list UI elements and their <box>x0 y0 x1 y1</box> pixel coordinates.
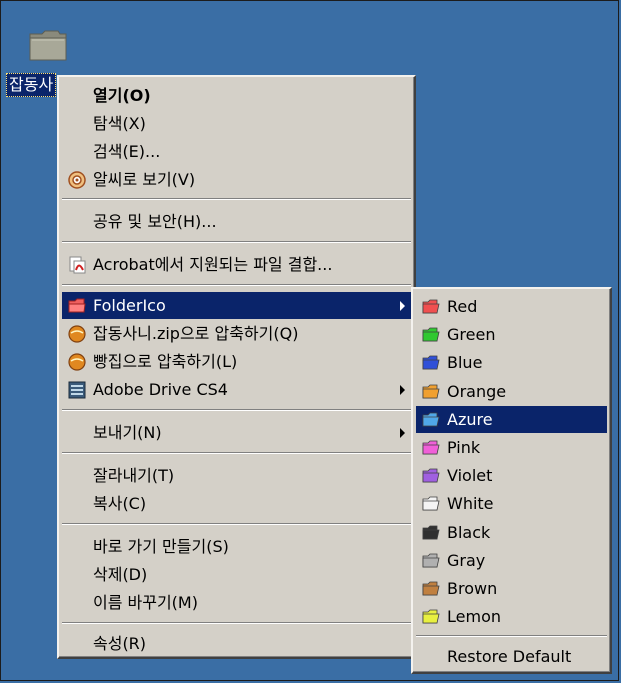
menu-item-label: 삭제(D) <box>93 565 148 584</box>
menu-separator <box>416 635 607 637</box>
bandizip-icon <box>68 353 86 371</box>
menu-item-properties[interactable]: 속성(R) <box>62 630 411 657</box>
submenu-item-red[interactable]: Red <box>416 293 607 320</box>
menu-item-acrobat-combine[interactable]: Acrobat에서 지원되는 파일 결합... <box>62 251 411 278</box>
menu-item-zip-compress[interactable]: 잡동사니.zip으로 압축하기(Q) <box>62 320 411 347</box>
menu-item-open[interactable]: 열기(O) <box>62 82 411 109</box>
folder-color-icon <box>422 440 440 455</box>
submenu-item-label: Green <box>447 325 496 345</box>
submenu-arrow-icon <box>400 385 405 395</box>
menu-item-label: 잡동사니.zip으로 압축하기(Q) <box>93 324 299 343</box>
menu-item-label: Acrobat에서 지원되는 파일 결합... <box>93 255 333 274</box>
submenu-item-label: White <box>447 494 494 514</box>
submenu-item-label: Azure <box>447 409 493 429</box>
menu-item-rename[interactable]: 이름 바꾸기(M) <box>62 589 411 616</box>
folder-color-icon <box>422 496 440 511</box>
menu-item-sharing-security[interactable]: 공유 및 보안(H)... <box>62 208 411 235</box>
foldericon-icon <box>68 298 86 313</box>
menu-item-delete[interactable]: 삭제(D) <box>62 561 411 588</box>
menu-item-label: 검색(E)... <box>93 142 161 161</box>
menu-separator <box>62 409 411 411</box>
menu-item-label: 복사(C) <box>93 494 147 513</box>
folder-color-icon <box>422 581 440 596</box>
desktop-folder-label[interactable]: 잡동사 <box>6 73 57 97</box>
submenu-item-azure[interactable]: Azure <box>416 405 607 433</box>
menu-item-restore-default[interactable]: Restore Default <box>416 643 607 670</box>
bandizip-icon <box>68 325 86 343</box>
menu-item-label: Adobe Drive CS4 <box>93 380 228 399</box>
menu-item-label: 바로 가기 만들기(S) <box>93 537 229 556</box>
submenu-item-green[interactable]: Green <box>416 321 607 348</box>
menu-item-send-to[interactable]: 보내기(N) <box>62 419 411 446</box>
menu-item-label: 열기(O) <box>93 86 151 105</box>
submenu-arrow-icon <box>400 301 405 311</box>
submenu-item-black[interactable]: Black <box>416 519 607 546</box>
menu-item-copy[interactable]: 복사(C) <box>62 490 411 517</box>
menu-item-label: 공유 및 보안(H)... <box>93 212 217 231</box>
folder-color-icon <box>422 553 440 568</box>
submenu-item-pink[interactable]: Pink <box>416 434 607 461</box>
menu-item-label: 알씨로 보기(V) <box>93 170 196 189</box>
menu-item-label: 탐색(X) <box>93 114 146 133</box>
menu-item-label: 이름 바꾸기(M) <box>93 593 198 612</box>
folder-color-icon <box>422 327 440 342</box>
context-menu: 열기(O) 탐색(X) 검색(E)... 알씨로 보기(V) 공유 및 보안(H… <box>57 75 416 659</box>
menu-item-bandizip-compress[interactable]: 빵집으로 압축하기(L) <box>62 348 411 375</box>
menu-item-cut[interactable]: 잘라내기(T) <box>62 462 411 489</box>
submenu-item-blue[interactable]: Blue <box>416 349 607 376</box>
menu-item-label: 속성(R) <box>93 634 147 653</box>
submenu-item-label: Orange <box>447 381 507 401</box>
submenu-item-label: Blue <box>447 353 483 373</box>
submenu-item-label: Violet <box>447 466 493 486</box>
folder-color-icon <box>422 355 440 370</box>
submenu-arrow-icon <box>400 428 405 438</box>
submenu-item-label: Gray <box>447 550 486 570</box>
submenu-item-label: Black <box>447 522 491 542</box>
menu-item-label: 보내기(N) <box>93 423 162 442</box>
folder-color-icon <box>422 412 440 427</box>
folder-color-icon <box>422 609 440 624</box>
adobe-drive-icon <box>68 381 86 399</box>
submenu-item-label: Brown <box>447 579 498 598</box>
submenu-item-orange[interactable]: Orange <box>416 378 607 405</box>
submenu-item-label: Lemon <box>447 607 501 627</box>
menu-item-label: 잘라내기(T) <box>93 466 175 485</box>
menu-separator <box>62 284 411 286</box>
menu-item-foldericon[interactable]: FolderIco <box>62 292 411 319</box>
menu-separator <box>62 622 411 624</box>
submenu-item-label: Pink <box>447 438 481 457</box>
menu-item-search[interactable]: 검색(E)... <box>62 138 411 165</box>
menu-separator <box>62 523 411 525</box>
submenu-item-gray[interactable]: Gray <box>416 547 607 574</box>
menu-item-create-shortcut[interactable]: 바로 가기 만들기(S) <box>62 533 411 560</box>
menu-item-label: Restore Default <box>447 647 572 666</box>
submenu-item-brown[interactable]: Brown <box>416 575 607 602</box>
folder-color-icon <box>422 299 440 314</box>
folder-icon <box>29 30 67 61</box>
folder-color-icon <box>422 525 440 539</box>
menu-separator <box>62 198 411 200</box>
folder-color-icon <box>422 468 440 483</box>
menu-item-label: 빵집으로 압축하기(L) <box>93 352 238 371</box>
menu-separator <box>62 452 411 454</box>
menu-item-alsee-view[interactable]: 알씨로 보기(V) <box>62 166 411 193</box>
menu-item-adobe-drive[interactable]: Adobe Drive CS4 <box>62 376 411 403</box>
folder-color-submenu: Red Green Blue Orange Azure Pink Violet White Bl… <box>411 287 612 674</box>
alsee-icon <box>68 171 86 189</box>
submenu-item-lemon[interactable]: Lemon <box>416 603 607 630</box>
menu-separator <box>62 241 411 243</box>
submenu-item-label: Red <box>447 297 478 316</box>
menu-item-label: FolderIco <box>93 296 166 315</box>
acrobat-icon <box>69 256 86 274</box>
menu-item-explore[interactable]: 탐색(X) <box>62 110 411 137</box>
folder-color-icon <box>422 384 440 398</box>
submenu-item-violet[interactable]: Violet <box>416 462 607 489</box>
submenu-item-white[interactable]: White <box>416 490 607 517</box>
